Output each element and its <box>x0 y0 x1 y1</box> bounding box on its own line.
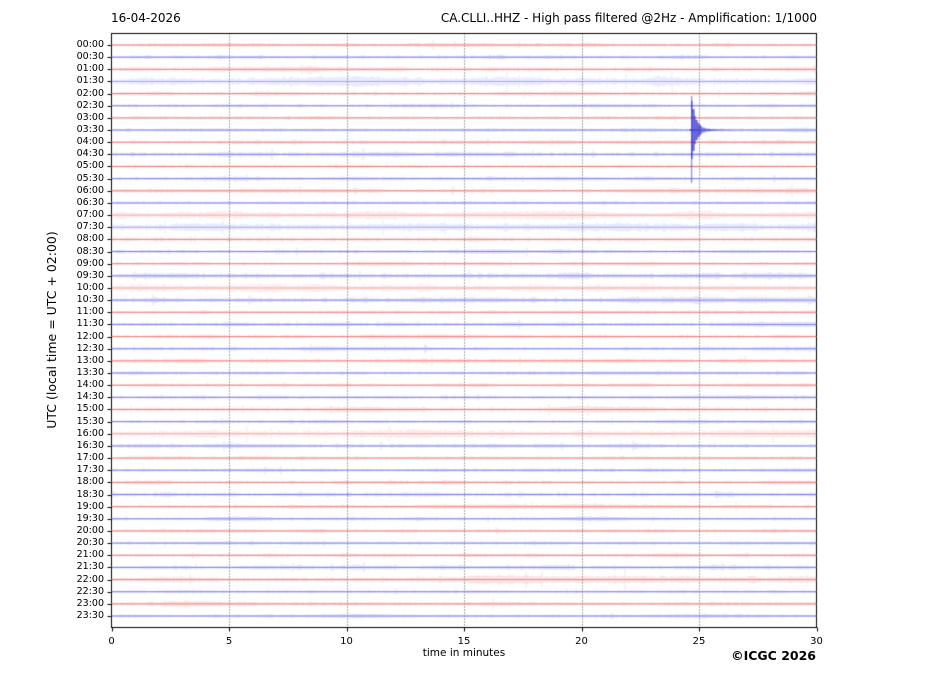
row-time-label: 16:30 <box>76 439 104 451</box>
row-time-label: 00:30 <box>76 51 104 63</box>
row-time-label: 09:30 <box>76 269 104 281</box>
row-time-label: 09:00 <box>76 257 104 269</box>
row-time-label: 06:00 <box>76 184 104 196</box>
x-tick-label: 5 <box>225 636 233 647</box>
helicorder-figure: 16-04-2026 CA.CLLI..HHZ - High pass filt… <box>0 0 927 696</box>
x-tick-label: 30 <box>810 636 823 647</box>
row-time-label: 18:30 <box>76 488 104 500</box>
row-time-label: 15:30 <box>76 415 104 427</box>
row-time-label: 19:00 <box>76 500 104 512</box>
row-time-label: 00:00 <box>76 39 104 50</box>
row-time-label: 11:00 <box>76 306 104 318</box>
x-tick-label: 10 <box>340 636 353 647</box>
x-axis-label: time in minutes <box>422 647 506 659</box>
row-time-label: 13:00 <box>76 354 104 366</box>
row-time-label: 10:30 <box>76 294 104 306</box>
row-time-label: 20:30 <box>76 537 104 549</box>
row-time-label: 23:30 <box>76 610 104 621</box>
row-time-label: 22:30 <box>76 585 104 597</box>
row-time-label: 08:30 <box>76 245 104 257</box>
row-time-label: 06:30 <box>76 196 104 208</box>
row-time-label: 19:30 <box>76 512 104 524</box>
row-time-label: 11:30 <box>76 318 104 330</box>
row-time-label: 17:00 <box>76 452 104 464</box>
x-tick-label: 20 <box>575 636 588 647</box>
row-time-label: 07:00 <box>76 209 104 221</box>
row-time-label: 03:30 <box>76 124 104 136</box>
x-tick-label: 15 <box>457 636 471 647</box>
row-time-label: 15:00 <box>76 403 104 415</box>
row-time-label: 01:00 <box>76 63 104 75</box>
helicorder-plot-canvas <box>0 0 927 696</box>
row-time-label: 17:30 <box>76 464 104 476</box>
row-time-label: 20:00 <box>76 524 104 536</box>
row-time-label: 04:30 <box>76 148 104 160</box>
x-tick-label: 0 <box>108 636 115 647</box>
chart-title: CA.CLLI..HHZ - High pass filtered @2Hz -… <box>440 11 817 25</box>
row-time-label: 13:30 <box>76 367 104 379</box>
row-time-label: 14:30 <box>76 391 104 403</box>
copyright-label: ©ICGC 2026 <box>731 648 816 663</box>
row-time-label: 03:00 <box>76 111 104 123</box>
row-time-label: 22:00 <box>76 573 104 585</box>
row-time-label: 12:00 <box>76 330 104 342</box>
y-axis-label: UTC (local time = UTC + 02:00) <box>44 231 60 429</box>
row-time-label: 05:00 <box>76 160 104 172</box>
row-time-label: 21:30 <box>76 561 104 573</box>
row-time-label: 10:00 <box>76 281 104 293</box>
row-time-label: 02:30 <box>76 99 104 111</box>
row-time-label: 12:30 <box>76 342 104 354</box>
row-time-label: 18:00 <box>76 476 104 488</box>
row-time-label: 16:00 <box>76 427 104 439</box>
date-label: 16-04-2026 <box>111 11 181 25</box>
row-time-label: 05:30 <box>76 172 104 184</box>
row-time-label: 02:00 <box>76 87 104 99</box>
row-time-label: 04:00 <box>76 136 104 148</box>
row-time-label: 07:30 <box>76 221 104 233</box>
row-time-label: 08:00 <box>76 233 104 245</box>
x-tick-label: 25 <box>692 636 706 647</box>
row-time-label: 01:30 <box>76 75 104 87</box>
row-time-label: 21:00 <box>76 549 104 561</box>
row-time-label: 14:00 <box>76 379 104 391</box>
row-time-label: 23:00 <box>76 597 104 609</box>
